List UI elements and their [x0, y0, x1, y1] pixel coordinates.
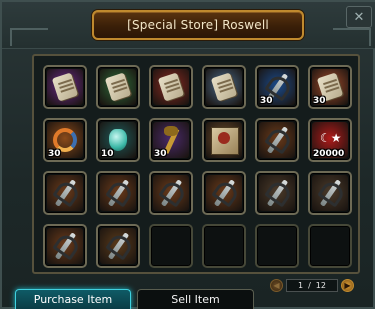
item-slot[interactable]	[43, 65, 87, 109]
store-window: [Special Store] Roswell ✕ 30 30 30 10 30 2000…	[0, 0, 375, 309]
item-slot[interactable]: 30	[149, 118, 193, 162]
red-scroll-icon	[153, 69, 189, 105]
item-quantity: 20000	[313, 149, 345, 159]
empty-slot	[149, 224, 193, 268]
item-slot[interactable]	[255, 118, 299, 162]
current-page: 1	[298, 280, 304, 290]
page-indicator: 1 / 12	[286, 278, 338, 292]
crossbow-icon	[259, 122, 295, 158]
bow-weapon-icon	[100, 175, 136, 211]
item-slot[interactable]	[96, 65, 140, 109]
item-quantity: 30	[48, 149, 61, 159]
item-slot[interactable]	[202, 118, 246, 162]
item-slot[interactable]: 20000	[308, 118, 352, 162]
item-quantity: 30	[313, 96, 326, 106]
item-slot[interactable]	[149, 65, 193, 109]
item-slot[interactable]	[149, 171, 193, 215]
header-ornament-left	[10, 28, 48, 46]
star-blade-alt-icon	[312, 175, 348, 211]
prev-page-button[interactable]: ◀	[270, 278, 283, 292]
empty-slot	[308, 224, 352, 268]
header-ornament-right	[333, 28, 371, 46]
item-slot[interactable]	[96, 171, 140, 215]
item-quantity: 30	[260, 96, 273, 106]
item-slot[interactable]: 30	[43, 118, 87, 162]
crossbow-alt-icon	[100, 228, 136, 264]
spell-book-icon	[206, 122, 242, 158]
star-blade-icon	[259, 175, 295, 211]
item-slot[interactable]: 30	[255, 65, 299, 109]
close-button[interactable]: ✕	[346, 6, 372, 28]
tab-purchase-item[interactable]: Purchase Item	[15, 289, 131, 309]
green-scroll-icon	[100, 69, 136, 105]
spear-weapon-icon	[153, 175, 189, 211]
item-slot[interactable]	[255, 171, 299, 215]
item-slot[interactable]	[43, 171, 87, 215]
item-slot[interactable]	[308, 171, 352, 215]
item-slot[interactable]	[43, 224, 87, 268]
empty-slot	[255, 224, 299, 268]
window-title-plate: [Special Store] Roswell	[92, 10, 304, 40]
next-page-button[interactable]: ▶	[341, 278, 354, 292]
chest-weapon-icon	[47, 228, 83, 264]
window-title: [Special Store] Roswell	[127, 18, 269, 32]
item-quantity: 30	[154, 149, 167, 159]
total-pages: 12	[315, 280, 326, 290]
item-slot[interactable]	[96, 224, 140, 268]
blue-scroll-icon	[206, 69, 242, 105]
pagination: ◀ 1 / 12 ▶	[270, 278, 356, 292]
purple-scroll-icon	[47, 69, 83, 105]
item-slot[interactable]: 30	[308, 65, 352, 109]
page-separator: /	[308, 280, 311, 290]
item-slot[interactable]	[202, 65, 246, 109]
tab-sell-item[interactable]: Sell Item	[137, 289, 254, 309]
item-slot[interactable]	[202, 171, 246, 215]
item-slot[interactable]: 10	[96, 118, 140, 162]
hammer-weapon-icon	[206, 175, 242, 211]
item-grid: 30 30 30 10 30 20000	[32, 54, 360, 274]
empty-slot	[202, 224, 246, 268]
axe-weapon-icon	[47, 175, 83, 211]
item-quantity: 10	[101, 149, 114, 159]
